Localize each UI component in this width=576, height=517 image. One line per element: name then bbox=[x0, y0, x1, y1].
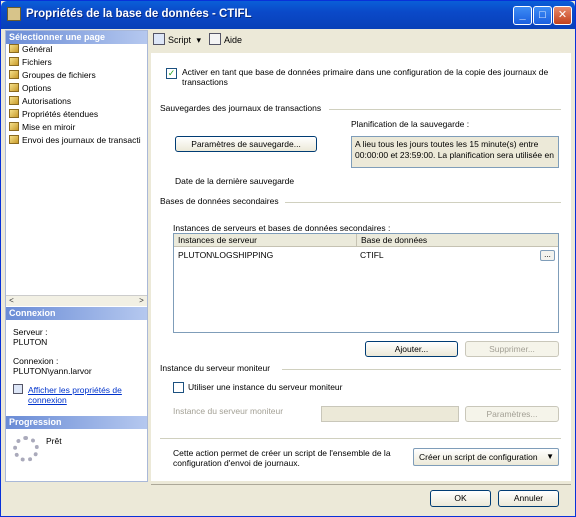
section-divider bbox=[329, 109, 561, 110]
page-icon bbox=[9, 109, 19, 118]
ok-button[interactable]: OK bbox=[430, 490, 491, 507]
close-button[interactable]: ✕ bbox=[553, 6, 572, 25]
table-row[interactable]: PLUTON\LOGSHIPPING CTIFL ... bbox=[174, 248, 558, 263]
script-icon bbox=[153, 33, 165, 45]
properties-icon bbox=[13, 384, 23, 394]
monitor-instance-input[interactable] bbox=[321, 406, 459, 422]
page-item-log-shipping[interactable]: Envoi des journaux de transacti bbox=[9, 134, 141, 147]
add-button[interactable]: Ajouter... bbox=[365, 341, 458, 357]
page-item-label: Propriétés étendues bbox=[22, 109, 99, 119]
page-item-options[interactable]: Options bbox=[9, 82, 51, 95]
primary-db-label-line2: transactions bbox=[182, 77, 228, 87]
page-item-label: Options bbox=[22, 83, 52, 93]
maximize-button[interactable]: □ bbox=[533, 6, 552, 25]
help-icon bbox=[209, 33, 221, 45]
connection-value: PLUTON\yann.larvor bbox=[13, 366, 92, 376]
monitor-section-title: Instance du serveur moniteur bbox=[160, 363, 271, 373]
backup-settings-button[interactable]: Paramètres de sauvegarde... bbox=[175, 136, 317, 152]
progress-header: Progression bbox=[6, 416, 147, 429]
backups-section-title: Sauvegardes des journaux de transactions bbox=[160, 103, 322, 113]
secondary-databases-grid: Instances de serveur Base de données PLU… bbox=[173, 233, 559, 333]
instance-cell: PLUTON\LOGSHIPPING bbox=[178, 250, 274, 260]
left-panel: Sélectionner une page Général Fichiers G… bbox=[5, 30, 148, 482]
minimize-button[interactable]: _ bbox=[513, 6, 532, 25]
page-icon bbox=[9, 44, 19, 53]
page-item-label: Fichiers bbox=[22, 57, 52, 67]
page-icon bbox=[9, 96, 19, 105]
schedule-label: Planification de la sauvegarde : bbox=[351, 119, 470, 129]
remove-button[interactable]: Supprimer... bbox=[465, 341, 559, 357]
page-item-mirroring[interactable]: Mise en miroir bbox=[9, 121, 75, 134]
grid-header: Instances de serveur Base de données bbox=[174, 234, 558, 247]
window-title: Propriétés de la base de données - CTIFL bbox=[26, 8, 252, 20]
page-item-files[interactable]: Fichiers bbox=[9, 56, 52, 69]
page-icon bbox=[9, 122, 19, 131]
page-item-general[interactable]: Général bbox=[9, 43, 52, 56]
page-item-permissions[interactable]: Autorisations bbox=[9, 95, 71, 108]
database-icon bbox=[7, 7, 21, 21]
column-header-database[interactable]: Base de données bbox=[356, 234, 427, 247]
database-cell: CTIFL bbox=[360, 250, 384, 260]
connection-header: Connexion bbox=[6, 307, 147, 320]
last-backup-label: Date de la dernière sauvegarde bbox=[175, 176, 295, 186]
monitor-checkbox[interactable] bbox=[173, 382, 184, 393]
page-icon bbox=[9, 135, 19, 144]
horizontal-scrollbar[interactable]: < > bbox=[6, 295, 147, 306]
schedule-description: A lieu tous les jours toutes les 15 minu… bbox=[351, 136, 559, 168]
page-item-label: Envoi des journaux de transacti bbox=[22, 135, 141, 145]
log-shipping-page: ✓ Activer en tant que base de données pr… bbox=[151, 53, 571, 481]
monitor-checkbox-label: Utiliser une instance du serveur moniteu… bbox=[188, 382, 343, 392]
scroll-right-icon[interactable]: > bbox=[136, 296, 147, 306]
page-item-extended-properties[interactable]: Propriétés étendues bbox=[9, 108, 98, 121]
browse-button[interactable]: ... bbox=[540, 250, 555, 261]
primary-db-checkbox[interactable]: ✓ bbox=[166, 68, 177, 79]
progress-status: Prêt bbox=[46, 436, 62, 446]
scroll-left-icon[interactable]: < bbox=[6, 296, 17, 306]
dropdown-label: Créer un script de configuration bbox=[419, 452, 538, 462]
primary-db-label-line1: Activer en tant que base de données prim… bbox=[182, 67, 549, 77]
script-config-text-line2: configuration d'envoi de journaux. bbox=[173, 458, 300, 468]
properties-dialog: Propriétés de la base de données - CTIFL… bbox=[0, 0, 576, 517]
section-divider bbox=[282, 369, 561, 370]
help-button[interactable]: Aide bbox=[209, 32, 242, 48]
monitor-params-button[interactable]: Paramètres... bbox=[465, 406, 559, 422]
script-config-text-line1: Cette action permet de créer un script d… bbox=[173, 448, 391, 458]
page-icon bbox=[9, 70, 19, 79]
help-label: Aide bbox=[224, 35, 243, 45]
progress-spinner-icon bbox=[13, 436, 39, 462]
secondary-section-title: Bases de données secondaires bbox=[160, 196, 279, 206]
page-icon bbox=[9, 57, 19, 66]
title-bar[interactable]: Propriétés de la base de données - CTIFL… bbox=[1, 1, 575, 29]
view-connection-properties-link[interactable] bbox=[13, 384, 26, 396]
cancel-button[interactable]: Annuler bbox=[498, 490, 559, 507]
page-icon bbox=[9, 83, 19, 92]
page-item-filegroups[interactable]: Groupes de fichiers bbox=[9, 69, 96, 82]
script-config-dropdown[interactable]: Créer un script de configuration ▼ bbox=[413, 448, 559, 466]
chevron-down-icon[interactable]: ▼ bbox=[546, 449, 554, 465]
page-item-label: Mise en miroir bbox=[22, 122, 76, 132]
column-header-instance[interactable]: Instances de serveur bbox=[178, 234, 257, 247]
monitor-instance-label: Instance du serveur moniteur bbox=[173, 406, 284, 416]
chevron-down-icon[interactable]: ▾ bbox=[197, 35, 202, 45]
connection-link-line1[interactable]: Afficher les propriétés de bbox=[28, 385, 122, 395]
section-divider bbox=[285, 202, 561, 203]
connection-link-line2[interactable]: connexion bbox=[28, 395, 67, 405]
footer-divider bbox=[151, 484, 571, 485]
grid-label: Instances de serveurs et bases de donnée… bbox=[173, 223, 391, 233]
page-item-label: Groupes de fichiers bbox=[22, 70, 96, 80]
server-label: Serveur : bbox=[13, 327, 48, 337]
section-divider bbox=[160, 438, 561, 439]
script-label: Script bbox=[168, 35, 192, 45]
page-item-label: Autorisations bbox=[22, 96, 72, 106]
page-item-label: Général bbox=[22, 44, 53, 54]
connection-label: Connexion : bbox=[13, 356, 59, 366]
server-value: PLUTON bbox=[13, 337, 48, 347]
script-button[interactable]: Script ▾ bbox=[153, 32, 201, 48]
